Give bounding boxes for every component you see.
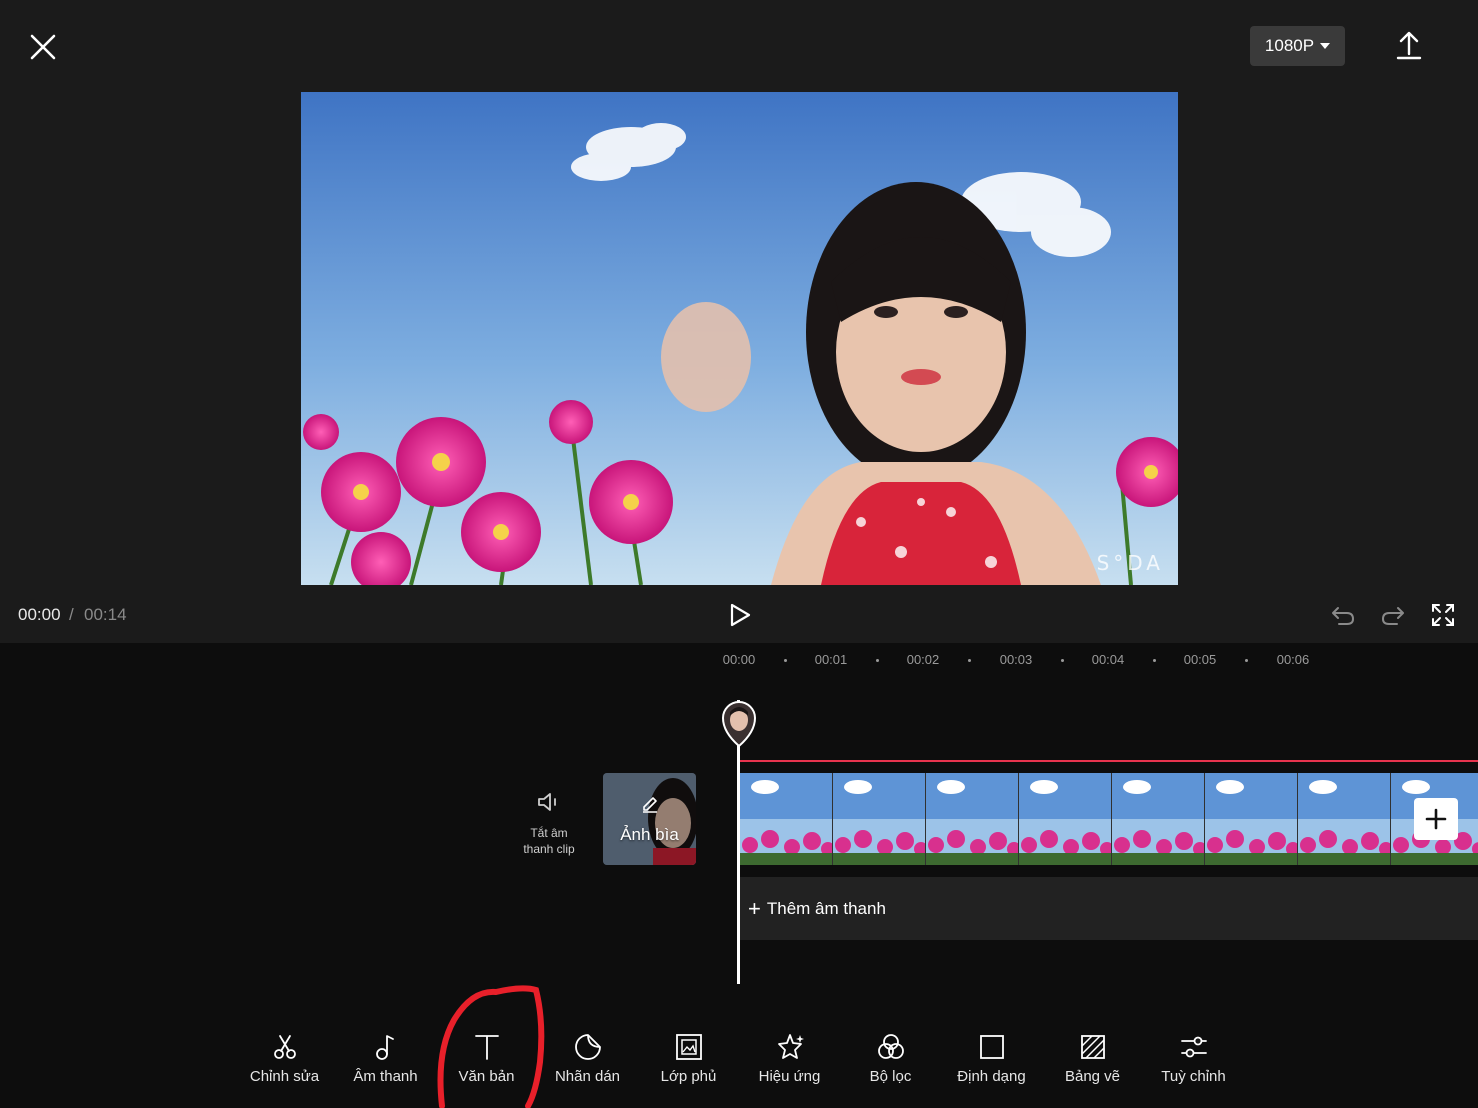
clip-frame [740, 773, 835, 865]
music-note-icon [375, 1035, 394, 1060]
plus-icon [1425, 808, 1447, 830]
ruler-dot [784, 659, 787, 662]
mute-label-line1: Tắt âm [530, 826, 568, 840]
fullscreen-icon[interactable] [1430, 602, 1456, 628]
add-audio-button[interactable]: + Thêm âm thanh [740, 877, 1478, 940]
ruler-tick: 00:03 [999, 652, 1033, 667]
cover-label: Ảnh bìa [620, 825, 679, 844]
video-preview[interactable]: S°DA [301, 92, 1178, 585]
tool-label: Văn bản [458, 1068, 515, 1085]
tool-edit[interactable]: Chỉnh sửa [234, 1030, 335, 1100]
time-ruler[interactable]: 00:00 00:01 00:02 00:03 00:04 00:05 00:0… [700, 652, 1478, 670]
tool-label: Nhãn dán [554, 1068, 621, 1085]
video-clip-strip[interactable] [740, 773, 1478, 865]
bottom-toolbar: Chỉnh sửa Âm thanh Văn bản Nhãn dán Lớp … [234, 1030, 1244, 1100]
add-audio-label: Thêm âm thanh [766, 898, 886, 918]
plus-icon: + [748, 895, 761, 921]
ruler-dot [1245, 659, 1248, 662]
ruler-tick: 00:01 [814, 652, 848, 667]
ruler-tick: 00:06 [1276, 652, 1310, 667]
total-time: 00:14 [84, 605, 127, 624]
undo-icon[interactable] [1330, 602, 1356, 628]
clip-frame [1205, 773, 1300, 865]
canvas-icon [1080, 1035, 1105, 1059]
track-marker-line [740, 760, 1478, 762]
effects-star-icon [777, 1034, 804, 1059]
sticker-icon [574, 1034, 601, 1060]
watermark: S°DA [1096, 551, 1164, 575]
resolution-dropdown[interactable]: 1080P [1250, 26, 1345, 66]
tool-label: Chỉnh sửa [249, 1068, 320, 1085]
tool-canvas[interactable]: Bảng vẽ [1042, 1030, 1143, 1100]
tool-label: Bảng vẽ [1064, 1068, 1121, 1085]
text-icon [474, 1035, 499, 1060]
ruler-dot [1153, 659, 1156, 662]
clip-frame [1298, 773, 1393, 865]
tool-label: Định dạng [957, 1068, 1026, 1085]
mute-label: Tắt âm thanh clip [512, 825, 586, 857]
overlay-icon [675, 1034, 702, 1060]
tool-audio[interactable]: Âm thanh [335, 1030, 436, 1100]
tool-format[interactable]: Định dạng [941, 1030, 1042, 1100]
tool-label: Bộ lọc [869, 1068, 912, 1085]
tool-text[interactable]: Văn bản [436, 1030, 537, 1100]
filter-icon [877, 1034, 904, 1059]
play-icon[interactable] [727, 602, 753, 628]
redo-icon[interactable] [1380, 602, 1406, 628]
current-time: 00:00 [18, 605, 61, 624]
ruler-tick: 00:00 [722, 652, 756, 667]
mute-label-line2: thanh clip [523, 842, 575, 856]
tool-overlay[interactable]: Lớp phủ [638, 1030, 739, 1100]
clip-frame [1112, 773, 1207, 865]
tool-adjust[interactable]: Tuỳ chỉnh [1143, 1030, 1244, 1100]
cover-thumbnail-button[interactable]: Ảnh bìa [603, 773, 696, 865]
tool-label: Hiệu ứng [758, 1068, 821, 1085]
tool-label: Lớp phủ [660, 1068, 717, 1085]
add-clip-button[interactable] [1414, 798, 1458, 840]
resolution-label: 1080P [1264, 36, 1315, 55]
format-square-icon [979, 1035, 1004, 1059]
tool-effects[interactable]: Hiệu ứng [739, 1030, 840, 1100]
ruler-tick: 00:05 [1183, 652, 1217, 667]
ruler-tick: 00:02 [906, 652, 940, 667]
ruler-tick: 00:04 [1091, 652, 1125, 667]
tool-filter[interactable]: Bộ lọc [840, 1030, 941, 1100]
playhead-thumb[interactable] [721, 698, 757, 748]
mute-clip-audio-button[interactable]: Tắt âm thanh clip [512, 790, 586, 860]
close-icon[interactable] [26, 30, 60, 64]
adjust-sliders-icon [1180, 1036, 1207, 1058]
edit-pencil-icon [643, 797, 657, 813]
scissors-icon [273, 1035, 296, 1059]
time-separator: / [69, 605, 74, 624]
ruler-dot [876, 659, 879, 662]
clip-frame [833, 773, 928, 865]
ruler-dot [1061, 659, 1064, 662]
tool-sticker[interactable]: Nhãn dán [537, 1030, 638, 1100]
clip-frame [1019, 773, 1114, 865]
ruler-dot [968, 659, 971, 662]
export-icon[interactable] [1392, 28, 1426, 62]
clip-frame [926, 773, 1021, 865]
speaker-icon [538, 793, 556, 811]
tool-label: Tuỳ chỉnh [1161, 1068, 1226, 1085]
tool-label: Âm thanh [353, 1068, 418, 1085]
caret-down-icon [1320, 43, 1331, 49]
